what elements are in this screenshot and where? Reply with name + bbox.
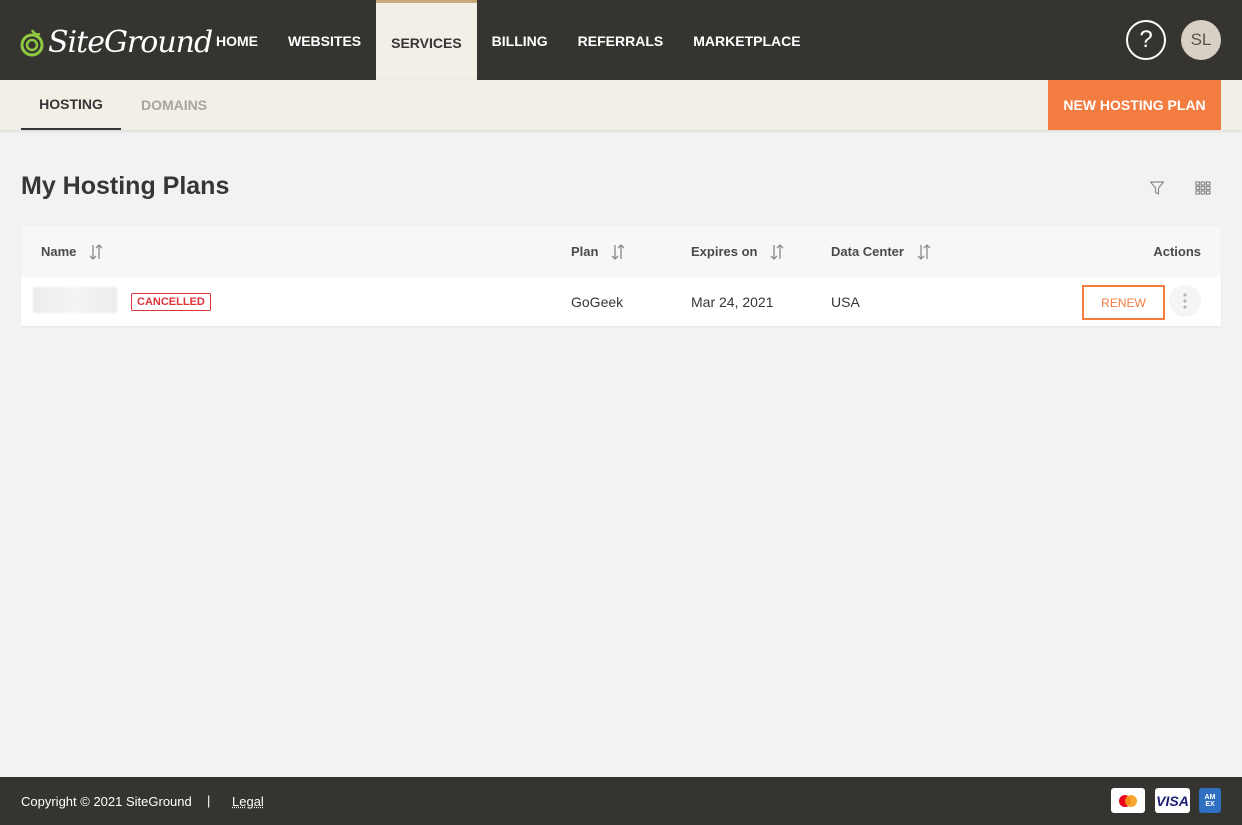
visa-icon: VISA: [1155, 788, 1190, 813]
legal-link[interactable]: Legal: [232, 794, 264, 809]
more-vertical-icon: [1183, 293, 1187, 309]
footer: Copyright © 2021 SiteGround | Legal VISA…: [0, 777, 1242, 825]
renew-button[interactable]: RENEW: [1082, 285, 1165, 320]
sort-icon: [917, 243, 931, 260]
mastercard-logo: [1119, 794, 1137, 807]
help-button[interactable]: ?: [1126, 20, 1166, 60]
column-data-center-label: Data Center: [831, 244, 904, 259]
data-center-cell: USA: [831, 293, 860, 310]
grid-view-icon[interactable]: [1195, 180, 1211, 196]
siteground-logo[interactable]: SiteGround: [20, 25, 213, 60]
user-avatar[interactable]: SL: [1181, 20, 1221, 60]
nav-billing[interactable]: BILLING: [477, 0, 563, 80]
filter-icon[interactable]: [1149, 180, 1165, 196]
plan-name-redacted[interactable]: [33, 287, 117, 313]
nav-referrals[interactable]: REFERRALS: [563, 0, 679, 80]
table-header: Name Plan Expires on Data Center Actions: [21, 226, 1221, 277]
footer-divider: |: [207, 793, 211, 808]
table-row: CANCELLED GoGeek Mar 24, 2021 USA RENEW: [21, 277, 1221, 326]
visa-label: VISA: [1156, 792, 1189, 809]
sort-icon: [771, 243, 784, 260]
column-data-center[interactable]: Data Center: [831, 226, 932, 277]
nav-services[interactable]: SERVICES: [376, 0, 477, 80]
status-badge: CANCELLED: [131, 293, 211, 311]
nav-home[interactable]: HOME: [201, 0, 273, 80]
brand-name: SiteGround: [48, 25, 213, 60]
sort-icon: [89, 243, 103, 260]
column-expires[interactable]: Expires on: [691, 226, 785, 277]
column-plan[interactable]: Plan: [571, 226, 626, 277]
nav-marketplace[interactable]: MARKETPLACE: [678, 0, 815, 80]
amex-label: AM EX: [1204, 793, 1216, 808]
column-plan-label: Plan: [571, 244, 599, 259]
top-header: SiteGround HOME WEBSITES SERVICES BILLIN…: [0, 0, 1242, 80]
column-name[interactable]: Name: [41, 226, 104, 277]
column-expires-label: Expires on: [691, 244, 758, 259]
tab-hosting[interactable]: HOSTING: [21, 80, 121, 130]
column-name-label: Name: [41, 244, 77, 259]
amex-icon: AM EX: [1199, 788, 1221, 813]
main-nav: HOME WEBSITES SERVICES BILLING REFERRALS…: [201, 0, 816, 80]
nav-websites[interactable]: WEBSITES: [273, 0, 376, 80]
sort-icon: [612, 243, 625, 260]
tab-domains[interactable]: DOMAINS: [141, 80, 207, 130]
new-hosting-plan-button[interactable]: NEW HOSTING PLAN: [1048, 80, 1221, 130]
column-actions: Actions: [1153, 244, 1201, 259]
plan-cell: GoGeek: [571, 293, 624, 310]
page-title: My Hosting Plans: [21, 172, 230, 200]
expires-cell: Mar 24, 2021: [691, 293, 774, 310]
mastercard-icon: [1111, 788, 1145, 813]
siteground-logo-icon: [20, 29, 44, 57]
more-actions-button[interactable]: [1169, 285, 1201, 317]
copyright-text: Copyright © 2021 SiteGround: [21, 794, 192, 809]
hosting-plans-table: Name Plan Expires on Data Center Actions…: [21, 226, 1221, 326]
